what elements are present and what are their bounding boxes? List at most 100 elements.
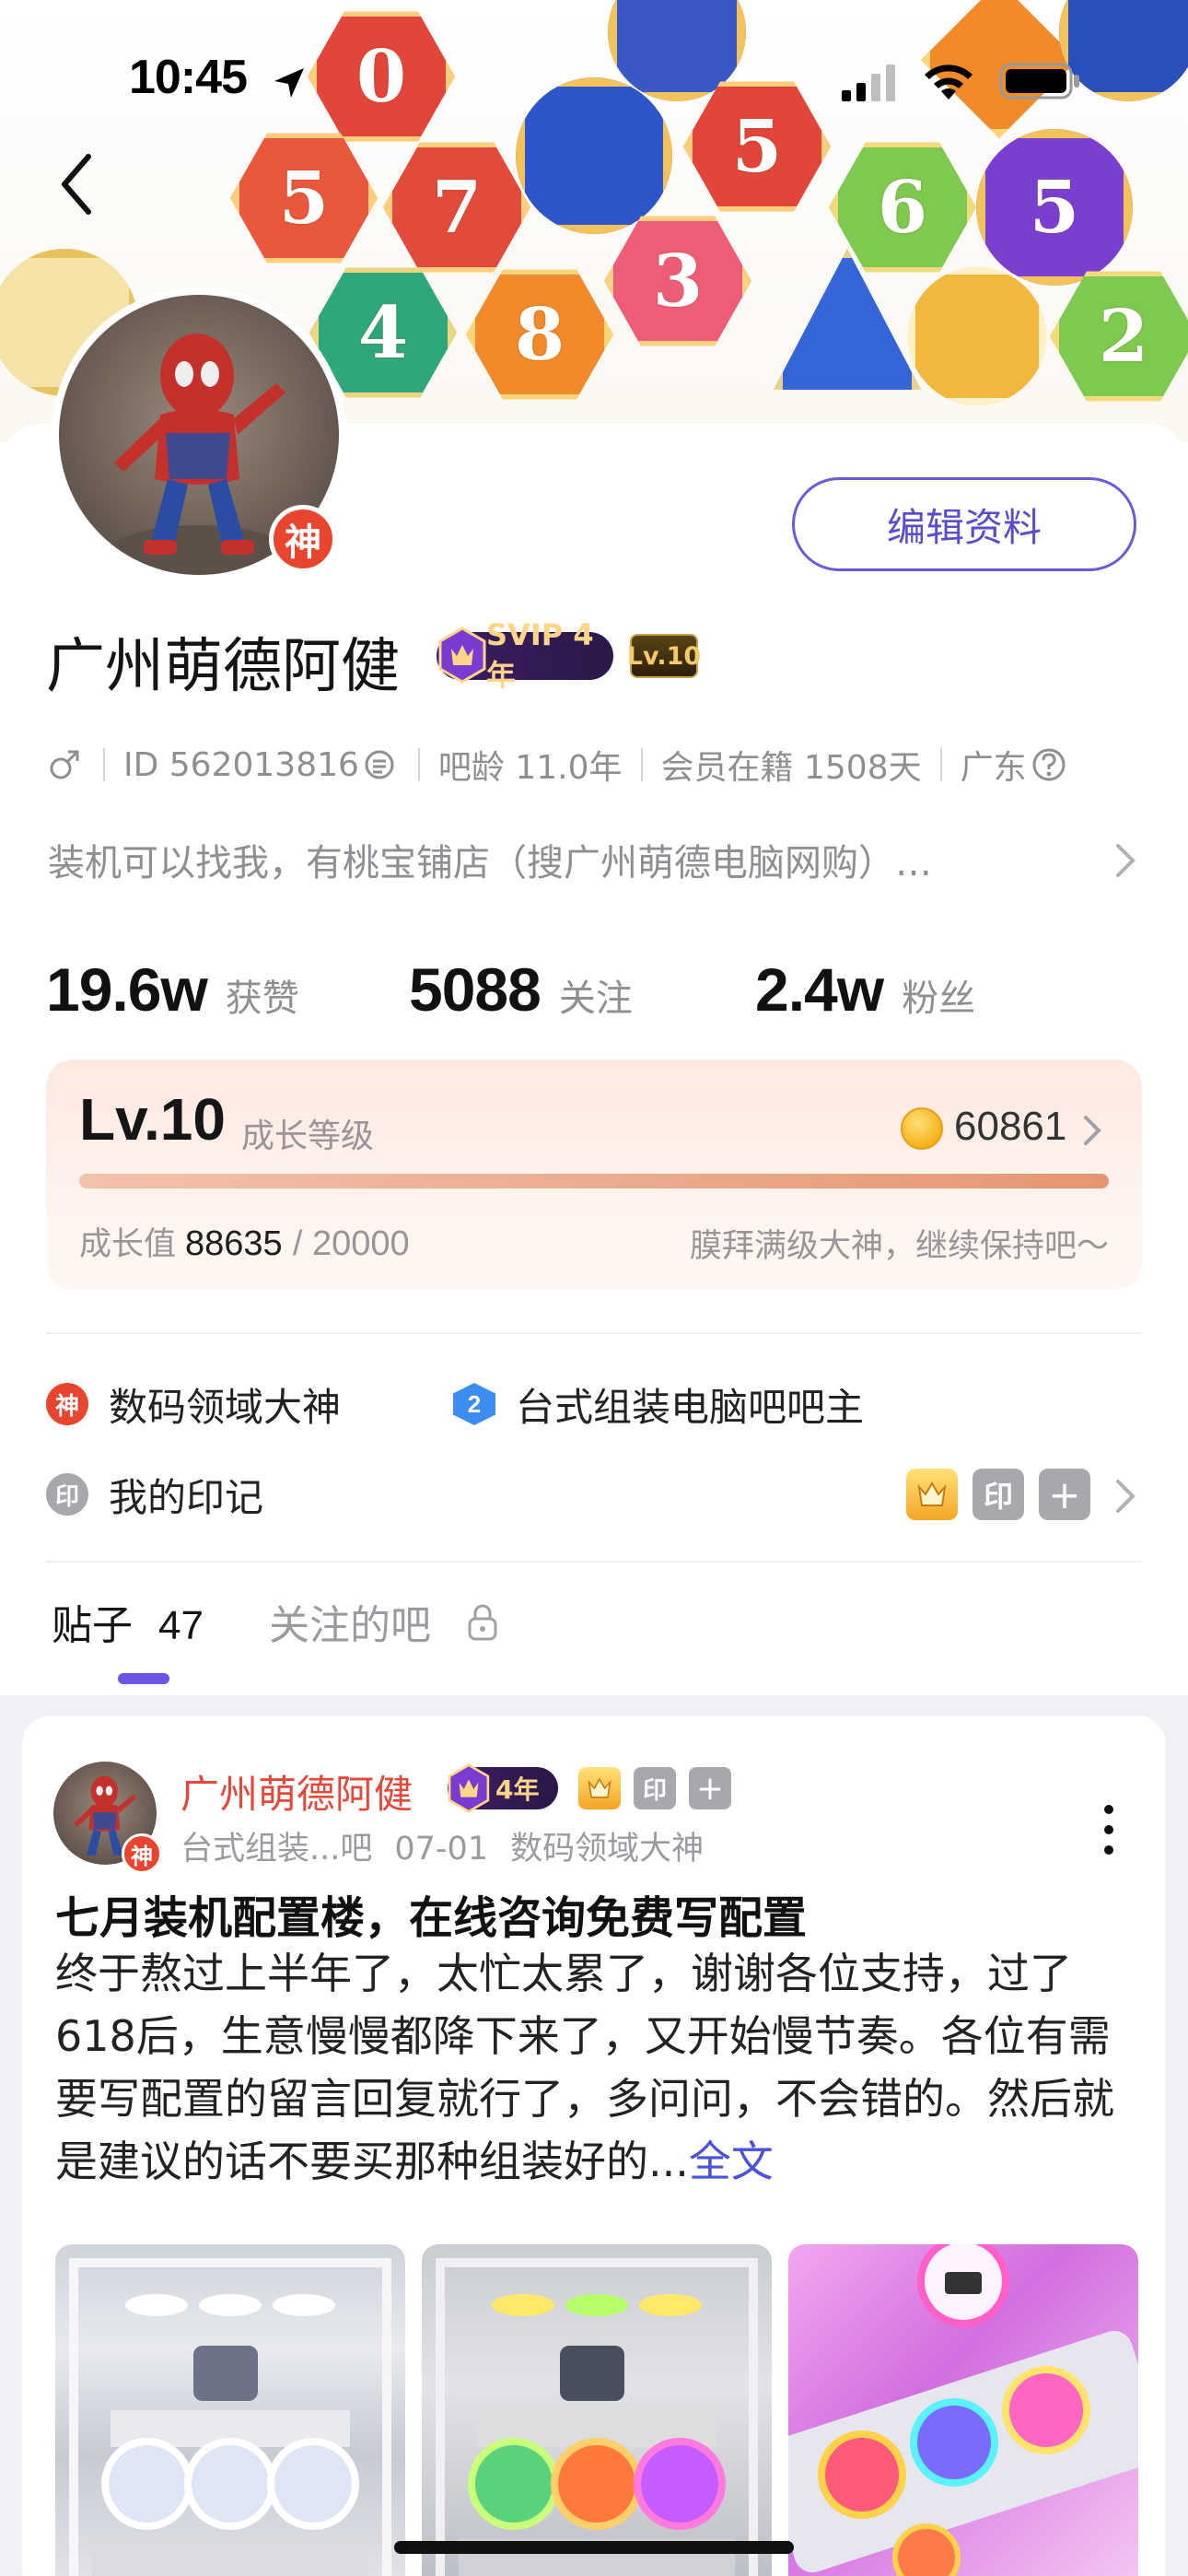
crown-icon bbox=[588, 1777, 611, 1798]
honor-label: 台式组装电脑吧吧主 bbox=[516, 1384, 865, 1430]
crown-icon bbox=[917, 1481, 947, 1506]
stat-label: 获赞 bbox=[225, 978, 299, 1020]
honor-bar-owner[interactable]: 2 台式组装电脑吧吧主 bbox=[453, 1378, 864, 1430]
cat-badge bbox=[908, 267, 1046, 405]
crown-gem-icon bbox=[448, 1763, 490, 1813]
my-seal-row[interactable]: 印 我的印记 bbox=[46, 1469, 263, 1520]
add-seal-icon[interactable]: + bbox=[1039, 1469, 1090, 1520]
stat-label: 关注 bbox=[558, 978, 633, 1020]
tab-followed-bars[interactable]: 关注的吧 bbox=[269, 1592, 501, 1651]
stat-number: 5088 bbox=[409, 955, 542, 1024]
post-ellipsis: ... bbox=[648, 2137, 689, 2186]
post-image[interactable] bbox=[422, 2244, 772, 2576]
user-id: ID 562013816 bbox=[123, 745, 359, 784]
seal-badges: 印 + bbox=[906, 1469, 1105, 1520]
male-icon bbox=[50, 750, 79, 779]
post-title[interactable]: 七月装机配置楼，在线咨询免费写配置 bbox=[55, 1881, 807, 1946]
post-body[interactable]: 终于熬过上半年了，太忙太累了，谢谢各位支持，过了618后，生意慢慢都降下来了，又… bbox=[55, 1942, 1142, 2193]
status-time: 10:45 bbox=[129, 51, 248, 104]
badge-3: 3 bbox=[604, 216, 751, 346]
post-image[interactable] bbox=[55, 2244, 405, 2576]
stats-row: 19.6w 获赞 5088 关注 2.4w 粉丝 bbox=[46, 954, 1151, 1037]
post-card[interactable]: 神 广州萌德阿健 4年 印 + 台式组装...吧 07-01 数码领域大神 七月装机… bbox=[22, 1715, 1166, 2576]
god-badge: 神 bbox=[269, 505, 337, 573]
tab-followed-label: 关注的吧 bbox=[269, 1602, 431, 1649]
badge-5c: 5 bbox=[976, 129, 1133, 286]
triangle-badge bbox=[774, 249, 921, 390]
tab-posts-count: 47 bbox=[158, 1603, 204, 1648]
wifi-icon bbox=[925, 64, 973, 100]
tab-posts-label: 贴子 bbox=[52, 1602, 133, 1649]
bar-owner-icon: 2 bbox=[453, 1383, 495, 1425]
honor-digital-god[interactable]: 神 数码领域大神 bbox=[46, 1378, 341, 1430]
stat-likes[interactable]: 19.6w 获赞 bbox=[46, 954, 299, 1025]
help-icon[interactable] bbox=[1031, 746, 1067, 783]
post-bar-name[interactable]: 台式组装...吧 bbox=[181, 1831, 372, 1868]
level-value: Lv.10 bbox=[79, 1086, 226, 1153]
post-honor: 数码领域大神 bbox=[510, 1831, 705, 1868]
honor-label: 数码领域大神 bbox=[109, 1384, 342, 1430]
profile-bio[interactable]: 装机可以找我，有桃宝铺店（搜广州萌德电脑网购）… bbox=[48, 833, 1144, 886]
coin-count[interactable]: 60861 bbox=[954, 1104, 1066, 1150]
post-date: 07-01 bbox=[394, 1831, 489, 1868]
badge-7: 7 bbox=[383, 142, 530, 273]
battery-icon bbox=[999, 63, 1079, 100]
pc-case-white-image bbox=[69, 2258, 391, 2576]
profile-meta: ID 562013816 吧龄 11.0年 会员在籍 1508天 广东 bbox=[48, 737, 1071, 792]
stamp-seal-icon[interactable]: 印 bbox=[973, 1469, 1024, 1520]
copy-icon[interactable] bbox=[363, 748, 396, 781]
add-seal-icon: + bbox=[689, 1767, 731, 1809]
bar-age: 吧龄 11.0年 bbox=[437, 749, 623, 787]
pc-case-rgb-image bbox=[436, 2258, 758, 2576]
meta-separator bbox=[939, 748, 942, 781]
post-meta: 台式组装...吧 07-01 数码领域大神 bbox=[181, 1822, 726, 1869]
post-images bbox=[55, 2244, 1138, 2576]
level-label: 成长等级 bbox=[241, 1118, 375, 1155]
level-tag[interactable]: Lv.10 bbox=[627, 634, 701, 678]
stat-fans[interactable]: 2.4w 粉丝 bbox=[755, 954, 975, 1025]
crown-seal-icon bbox=[578, 1767, 621, 1809]
gpu-rgb-image bbox=[788, 2244, 1138, 2576]
post-full-text-link[interactable]: 全文 bbox=[689, 2137, 774, 2186]
growth-value: 88635 bbox=[185, 1224, 283, 1263]
growth-label: 成长值 bbox=[79, 1226, 177, 1263]
post-author-name[interactable]: 广州萌德阿健 bbox=[181, 1763, 413, 1820]
post-feed: 神 广州萌德阿健 4年 印 + 台式组装...吧 07-01 数码领域大神 七月装机… bbox=[0, 1695, 1188, 2576]
lock-icon bbox=[468, 1604, 497, 1641]
growth-max: / 20000 bbox=[292, 1224, 410, 1263]
badge-8: 8 bbox=[466, 269, 613, 400]
post-image[interactable] bbox=[788, 2244, 1138, 2576]
profile-name: 广州萌德阿健 bbox=[46, 633, 400, 701]
home-indicator[interactable] bbox=[394, 2541, 794, 2554]
growth-value-row: 成长值 88635 / 20000 bbox=[79, 1218, 410, 1265]
edit-profile-button[interactable]: 编辑资料 bbox=[792, 477, 1136, 571]
meta-separator bbox=[417, 748, 420, 781]
meta-separator bbox=[103, 748, 105, 781]
badge-5: 5 bbox=[230, 133, 378, 263]
location-arrow-icon bbox=[274, 68, 304, 98]
cellular-signal-icon bbox=[842, 64, 895, 101]
coin-icon bbox=[901, 1107, 943, 1150]
badge-2: 2 bbox=[1050, 271, 1188, 402]
stat-label: 粉丝 bbox=[902, 978, 976, 1020]
divider bbox=[46, 1332, 1142, 1334]
stamp-seal-icon: 印 bbox=[634, 1767, 676, 1809]
growth-level-card[interactable]: Lv.10 成长等级 60861 成长值 88635 / 20000 膜拜满级大神… bbox=[46, 1060, 1142, 1290]
tab-posts[interactable]: 贴子 47 bbox=[52, 1592, 204, 1651]
post-body-text: 终于熬过上半年了，太忙太累了，谢谢各位支持，过了618后，生意慢慢都降下来了，又… bbox=[55, 1949, 1114, 2186]
growth-message: 膜拜满级大神，继续保持吧～ bbox=[689, 1228, 1109, 1265]
stat-number: 19.6w bbox=[46, 955, 208, 1024]
badge-6: 6 bbox=[829, 142, 976, 273]
crown-seal-icon[interactable] bbox=[906, 1469, 958, 1520]
chevron-right-icon[interactable] bbox=[1112, 1476, 1138, 1516]
god-honor-icon: 神 bbox=[46, 1383, 88, 1425]
stat-following[interactable]: 5088 关注 bbox=[409, 954, 633, 1025]
back-chevron-icon[interactable] bbox=[53, 147, 99, 221]
status-bar: 10:45 bbox=[0, 46, 1188, 120]
more-options-icon[interactable] bbox=[1090, 1795, 1127, 1868]
chevron-right-icon[interactable] bbox=[1081, 1113, 1103, 1148]
stat-number: 2.4w bbox=[755, 955, 884, 1024]
chevron-right-icon[interactable] bbox=[1112, 840, 1138, 881]
post-author-badges: 印 + bbox=[578, 1767, 744, 1809]
crown-gem-icon bbox=[438, 626, 486, 684]
